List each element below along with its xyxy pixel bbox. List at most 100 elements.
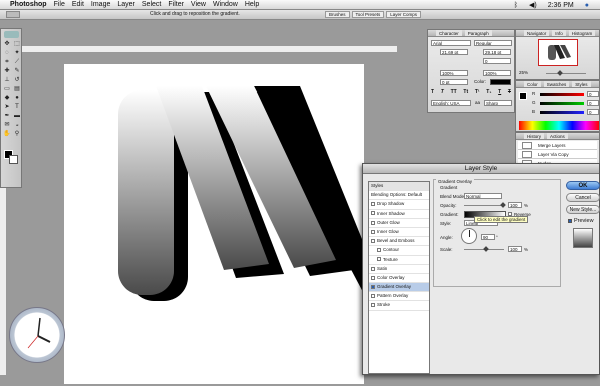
color-ramp[interactable] bbox=[519, 121, 599, 130]
angle-dial[interactable] bbox=[461, 228, 477, 244]
tool-preset-picker[interactable] bbox=[6, 11, 20, 18]
opacity-slider-knob[interactable] bbox=[500, 202, 506, 208]
hand-tool-icon[interactable]: ✋ bbox=[3, 131, 11, 138]
document-canvas[interactable] bbox=[64, 64, 364, 384]
menu-file[interactable]: File bbox=[54, 1, 65, 8]
opacity-slider[interactable] bbox=[464, 205, 504, 206]
style-texture[interactable]: Texture bbox=[369, 256, 429, 265]
font-style-field[interactable]: Regular bbox=[474, 40, 512, 46]
channel-b-value[interactable]: 0 bbox=[587, 109, 599, 115]
navigator-zoom[interactable]: 25% bbox=[519, 70, 528, 75]
style-pattern-overlay[interactable]: Pattern Overlay bbox=[369, 292, 429, 302]
checkbox-icon[interactable] bbox=[377, 248, 381, 253]
tab-info[interactable]: Info bbox=[552, 30, 566, 36]
style-stroke[interactable]: Stroke bbox=[369, 301, 429, 311]
baseline-shift-field[interactable]: 0 pt bbox=[440, 79, 468, 85]
well-tab-brushes[interactable]: Brushes bbox=[325, 11, 350, 18]
bluetooth-icon[interactable]: ᛒ bbox=[514, 2, 518, 9]
language-field[interactable]: English: USA bbox=[431, 100, 471, 106]
lasso-tool-icon[interactable]: ◌ bbox=[3, 50, 11, 57]
notes-tool-icon[interactable]: ✉ bbox=[3, 122, 11, 129]
type-style-buttons[interactable]: T T TT Tt T¹ T₁ T T bbox=[431, 89, 511, 95]
zoom-tool-icon[interactable]: ⚲ bbox=[13, 131, 21, 138]
style-gradient-overlay[interactable]: Gradient Overlay bbox=[369, 283, 429, 293]
menu-select[interactable]: Select bbox=[142, 1, 161, 8]
menu-filter[interactable]: Filter bbox=[168, 1, 184, 8]
type-tool-icon[interactable]: T bbox=[13, 104, 21, 111]
menu-view[interactable]: View bbox=[191, 1, 206, 8]
checkbox-checked-icon[interactable] bbox=[371, 284, 375, 289]
tab-color[interactable]: Color bbox=[524, 81, 541, 87]
menu-image[interactable]: Image bbox=[91, 1, 110, 8]
scale-slider-knob[interactable] bbox=[483, 246, 489, 252]
checkbox-icon[interactable] bbox=[371, 266, 375, 271]
style-satin[interactable]: Satin bbox=[369, 265, 429, 274]
gradient-tool-icon[interactable]: ▤ bbox=[13, 86, 21, 93]
feather-logo-icon[interactable] bbox=[4, 31, 19, 38]
marquee-tool-icon[interactable]: ⬚ bbox=[13, 41, 21, 48]
menu-help[interactable]: Help bbox=[245, 1, 259, 8]
shape-tool-icon[interactable]: ▬ bbox=[13, 113, 21, 120]
antialias-field[interactable]: Sharp bbox=[484, 100, 512, 106]
opacity-field[interactable]: 100 bbox=[508, 202, 522, 208]
menu-layer[interactable]: Layer bbox=[117, 1, 135, 8]
cancel-button[interactable]: Cancel bbox=[566, 193, 600, 202]
slice-tool-icon[interactable]: ⟋ bbox=[13, 59, 21, 66]
checkbox-icon[interactable] bbox=[371, 275, 375, 280]
preview-checkbox-icon[interactable] bbox=[568, 219, 572, 223]
zoom-slider-knob[interactable] bbox=[557, 70, 563, 76]
channel-r-value[interactable]: 0 bbox=[587, 91, 599, 97]
pen-tool-icon[interactable]: ✒ bbox=[3, 113, 11, 120]
volume-icon[interactable]: ◀) bbox=[529, 1, 537, 9]
menu-edit[interactable]: Edit bbox=[72, 1, 84, 8]
checkbox-icon[interactable] bbox=[371, 229, 375, 234]
style-outer-glow[interactable]: Outer Glow bbox=[369, 219, 429, 228]
tab-swatches[interactable]: Swatches bbox=[543, 81, 570, 87]
horizontal-scale-field[interactable]: 100% bbox=[483, 70, 511, 76]
style-drop-shadow[interactable]: Drop Shadow bbox=[369, 200, 429, 210]
scale-field[interactable]: 100 bbox=[508, 246, 522, 252]
style-inner-glow[interactable]: Inner Glow bbox=[369, 228, 429, 238]
well-tab-layer-comps[interactable]: Layer Comps bbox=[386, 11, 422, 18]
move-tool-icon[interactable]: ✥ bbox=[3, 41, 11, 48]
font-size-field[interactable]: 21.69 pt bbox=[440, 49, 468, 55]
channel-r-slider[interactable] bbox=[540, 93, 584, 96]
blend-mode-select[interactable]: Normal bbox=[464, 193, 502, 199]
ok-button[interactable]: OK bbox=[566, 181, 600, 190]
path-select-tool-icon[interactable]: ➤ bbox=[3, 104, 11, 111]
history-brush-tool-icon[interactable]: ↺ bbox=[13, 77, 21, 84]
style-contour[interactable]: Contour bbox=[369, 246, 429, 256]
style-blending-options[interactable]: Blending Options: Default bbox=[369, 191, 429, 201]
navigator-thumbnail[interactable] bbox=[538, 39, 578, 66]
tab-styles[interactable]: Styles bbox=[572, 81, 591, 87]
font-family-field[interactable]: Arial bbox=[431, 40, 471, 46]
brush-tool-icon[interactable]: ✎ bbox=[13, 68, 21, 75]
tab-actions[interactable]: Actions bbox=[547, 133, 568, 139]
tab-paragraph[interactable]: Paragraph bbox=[464, 30, 492, 36]
menu-app[interactable]: Photoshop bbox=[10, 1, 47, 8]
style-inner-shadow[interactable]: Inner Shadow bbox=[369, 210, 429, 219]
checkbox-icon[interactable] bbox=[371, 202, 375, 207]
dodge-tool-icon[interactable]: ● bbox=[13, 95, 21, 102]
crop-tool-icon[interactable]: ⌗ bbox=[3, 59, 11, 66]
blur-tool-icon[interactable]: ◆ bbox=[3, 95, 11, 102]
eyedropper-tool-icon[interactable]: ⟓ bbox=[13, 122, 21, 129]
checkbox-icon[interactable] bbox=[371, 303, 375, 308]
channel-b-slider[interactable] bbox=[540, 111, 584, 114]
checkbox-icon[interactable] bbox=[377, 257, 381, 262]
tab-history[interactable]: History bbox=[524, 133, 545, 139]
tab-character[interactable]: Character bbox=[436, 30, 462, 36]
style-bevel-emboss[interactable]: Bevel and Emboss bbox=[369, 237, 429, 247]
checkbox-icon[interactable] bbox=[371, 238, 375, 243]
style-color-overlay[interactable]: Color Overlay bbox=[369, 274, 429, 284]
channel-g-slider[interactable] bbox=[540, 102, 584, 105]
leading-field[interactable]: 29.18 pt bbox=[483, 49, 511, 55]
magic-wand-tool-icon[interactable]: ✦ bbox=[13, 50, 21, 57]
background-color-swatch[interactable] bbox=[9, 155, 18, 164]
navigator-zoom-slider[interactable] bbox=[546, 73, 586, 74]
tab-histogram[interactable]: Histogram bbox=[568, 30, 596, 36]
channel-g-value[interactable]: 0 bbox=[587, 100, 599, 106]
styles-header[interactable]: Styles bbox=[369, 182, 429, 192]
angle-field[interactable]: 90 bbox=[481, 234, 495, 240]
checkbox-icon[interactable] bbox=[371, 211, 375, 216]
